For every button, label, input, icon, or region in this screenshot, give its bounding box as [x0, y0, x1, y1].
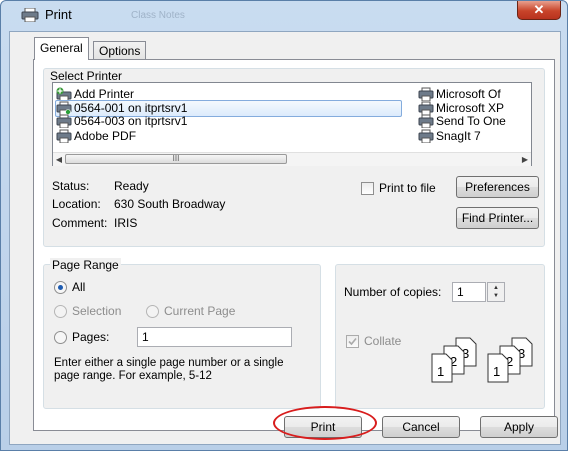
add-printer-icon [56, 87, 72, 101]
page-range-hint-line2: page range. For example, 5-12 [54, 370, 212, 382]
printer-item-label: SnagIt 7 [436, 129, 481, 143]
radio-current-page-label: Current Page [164, 304, 236, 318]
print-to-file-checkbox[interactable] [361, 182, 374, 195]
find-printer-button[interactable]: Find Printer... [456, 207, 539, 229]
radio-selection-label: Selection [72, 304, 122, 318]
page-range-legend: Page Range [50, 258, 121, 272]
radio-pages-label: Pages: [72, 330, 110, 344]
spin-up-icon[interactable]: ▲ [489, 284, 503, 292]
printer-item-snagit[interactable]: SnagIt 7 [418, 129, 530, 143]
radio-selection[interactable] [54, 305, 67, 318]
window-title: Print [45, 7, 72, 22]
page-range-hint-line1: Enter either a single page number or a s… [54, 357, 284, 369]
comment-value: IRIS [114, 216, 138, 230]
pages-input[interactable]: 1 [137, 327, 292, 347]
apply-button[interactable]: Apply [480, 416, 558, 438]
printer-item-label: Microsoft Of [436, 87, 501, 101]
printer-icon [21, 8, 39, 22]
printer-item-label: Add Printer [74, 87, 135, 101]
copies-input[interactable]: 1 [452, 282, 486, 302]
print-button-highlight-annotation [273, 406, 377, 440]
printer-icon [418, 114, 434, 128]
background-window-title: Class Notes [131, 10, 185, 21]
printer-item-microsoft-xps[interactable]: Microsoft XP [418, 101, 530, 115]
print-to-file-label: Print to file [379, 181, 436, 195]
printer-icon [56, 114, 72, 128]
close-icon: ✕ [533, 2, 545, 17]
radio-all[interactable] [54, 281, 67, 294]
tab-options[interactable]: Options [93, 41, 147, 60]
location-label: Location: [52, 197, 101, 211]
select-printer-legend: Select Printer [48, 69, 125, 83]
printer-list[interactable]: Add Printer 0564-001 on itprtsrv1 0564-0… [52, 82, 532, 166]
comment-label: Comment: [52, 216, 108, 230]
collate-checkbox[interactable] [346, 335, 359, 348]
arrow-left-icon: ◀ [55, 155, 63, 164]
printer-item-add-printer[interactable]: Add Printer [56, 87, 256, 101]
printer-icon [418, 87, 434, 101]
scroll-grip-icon: III [172, 154, 180, 163]
radio-all-label: All [72, 280, 86, 294]
print-dialog: Print Class Notes ✕ General Options Sele… [0, 0, 568, 451]
printer-item-label: Send To One [436, 114, 506, 128]
page-number: 1 [493, 364, 500, 379]
printer-icon [56, 101, 72, 115]
printer-item-send-to-onenote[interactable]: Send To One [418, 114, 530, 128]
printer-item-label: 0564-001 on itprtsrv1 [74, 101, 188, 115]
printer-icon [418, 129, 434, 143]
collate-label: Collate [364, 334, 402, 348]
title-bar[interactable]: Print Class Notes ✕ [1, 1, 567, 29]
printer-icon [418, 101, 434, 115]
status-label: Status: [52, 179, 90, 193]
spin-down-icon[interactable]: ▼ [489, 292, 503, 300]
printer-item-label: Adobe PDF [74, 129, 137, 143]
close-button[interactable]: ✕ [517, 1, 561, 20]
scroll-thumb[interactable]: III [65, 154, 287, 164]
number-of-copies-label: Number of copies: [344, 285, 442, 299]
printer-item-0564-003[interactable]: 0564-003 on itprtsrv1 [56, 114, 256, 128]
page-number: 1 [437, 364, 444, 379]
select-printer-group: Select Printer Add Printer 0564-001 on i… [43, 68, 545, 247]
arrow-right-icon: ▶ [521, 155, 529, 164]
checkmark-icon [348, 337, 357, 346]
printer-item-label: Microsoft XP [436, 101, 505, 115]
collate-pages-icon: 3 2 1 [487, 337, 533, 383]
page-range-group: Page Range All Selection Current Page Pa… [43, 258, 321, 409]
preferences-button[interactable]: Preferences [456, 176, 539, 198]
printer-item-adobe-pdf[interactable]: Adobe PDF [56, 129, 256, 143]
printer-list-hscrollbar[interactable]: ◀ III ▶ [53, 152, 531, 166]
copies-spinner[interactable]: ▲ ▼ [487, 282, 505, 302]
scroll-right-button[interactable]: ▶ [519, 153, 531, 166]
tab-general[interactable]: General [34, 37, 89, 60]
copies-group: Number of copies: 1 ▲ ▼ Collate 3 2 1 3 … [335, 264, 545, 409]
scroll-left-button[interactable]: ◀ [53, 153, 65, 166]
location-value: 630 South Broadway [114, 197, 226, 211]
cancel-button[interactable]: Cancel [382, 416, 460, 438]
dialog-client-area: General Options Select Printer Add Print… [9, 31, 561, 445]
radio-pages[interactable] [54, 331, 67, 344]
printer-icon [56, 129, 72, 143]
collate-pages-icon: 3 2 1 [431, 337, 477, 383]
printer-item-microsoft-office[interactable]: Microsoft Of [418, 87, 530, 101]
general-tab-panel: Select Printer Add Printer 0564-001 on i… [33, 59, 555, 431]
status-value: Ready [114, 179, 149, 193]
radio-selected-dot [58, 285, 63, 290]
printer-item-label: 0564-003 on itprtsrv1 [74, 114, 188, 128]
radio-current-page[interactable] [146, 305, 159, 318]
